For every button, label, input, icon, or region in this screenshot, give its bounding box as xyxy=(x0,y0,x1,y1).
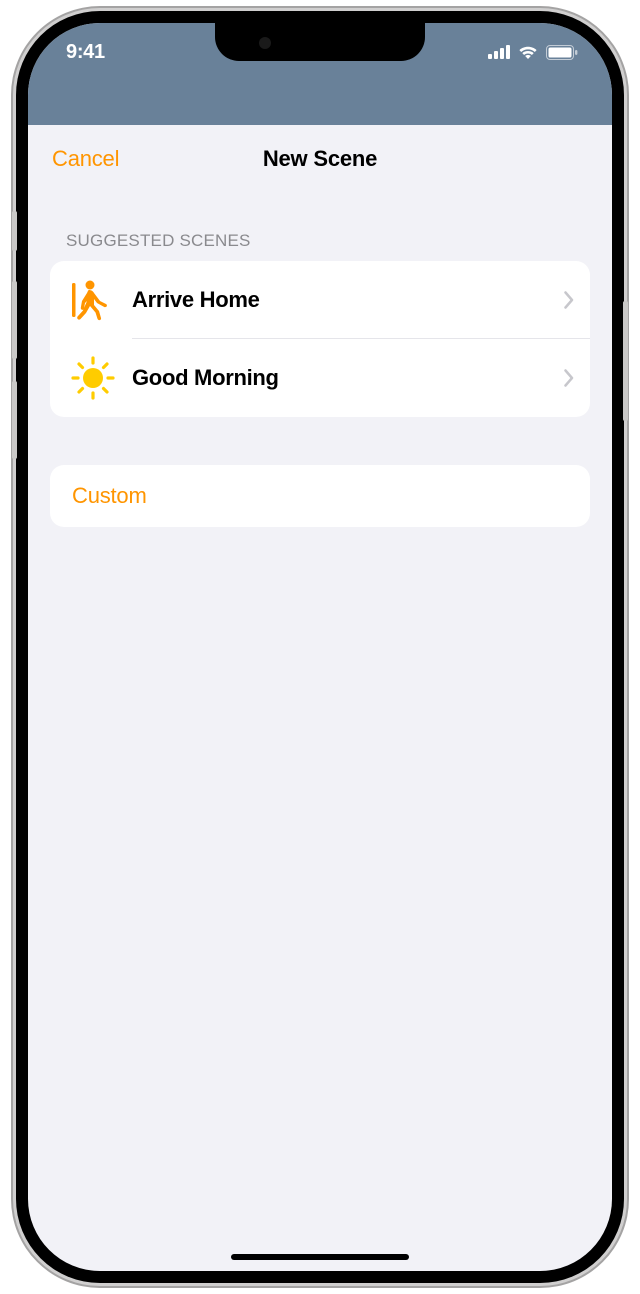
scene-label: Good Morning xyxy=(132,365,564,391)
header-background xyxy=(28,81,612,125)
scene-label: Arrive Home xyxy=(132,287,564,313)
chevron-right-icon xyxy=(564,369,574,387)
page-title: New Scene xyxy=(263,146,377,172)
good-morning-icon xyxy=(68,357,118,399)
status-time: 9:41 xyxy=(66,41,105,64)
custom-scene-group: Custom xyxy=(50,465,590,527)
section-header: SUGGESTED SCENES xyxy=(50,231,590,261)
arrive-home-icon xyxy=(68,279,118,321)
home-indicator[interactable] xyxy=(231,1254,409,1260)
nav-bar: Cancel New Scene xyxy=(28,125,612,193)
power-button xyxy=(623,301,628,421)
silence-switch xyxy=(12,211,17,251)
scene-good-morning[interactable]: Good Morning xyxy=(50,339,590,417)
wifi-icon xyxy=(517,44,539,60)
phone-screen: 9:41 xyxy=(28,23,612,1271)
notch xyxy=(215,23,425,61)
chevron-right-icon xyxy=(564,291,574,309)
volume-up-button xyxy=(12,281,17,359)
custom-button[interactable]: Custom xyxy=(50,465,590,527)
suggested-scenes-list: Arrive Home xyxy=(50,261,590,417)
scene-arrive-home[interactable]: Arrive Home xyxy=(50,261,590,339)
battery-icon xyxy=(546,45,578,60)
cancel-button[interactable]: Cancel xyxy=(52,146,119,172)
cellular-icon xyxy=(488,45,510,59)
status-icons xyxy=(488,44,578,60)
volume-down-button xyxy=(12,381,17,459)
phone-frame: 9:41 xyxy=(16,11,624,1283)
content: SUGGESTED SCENES Arrive Home xyxy=(28,193,612,527)
